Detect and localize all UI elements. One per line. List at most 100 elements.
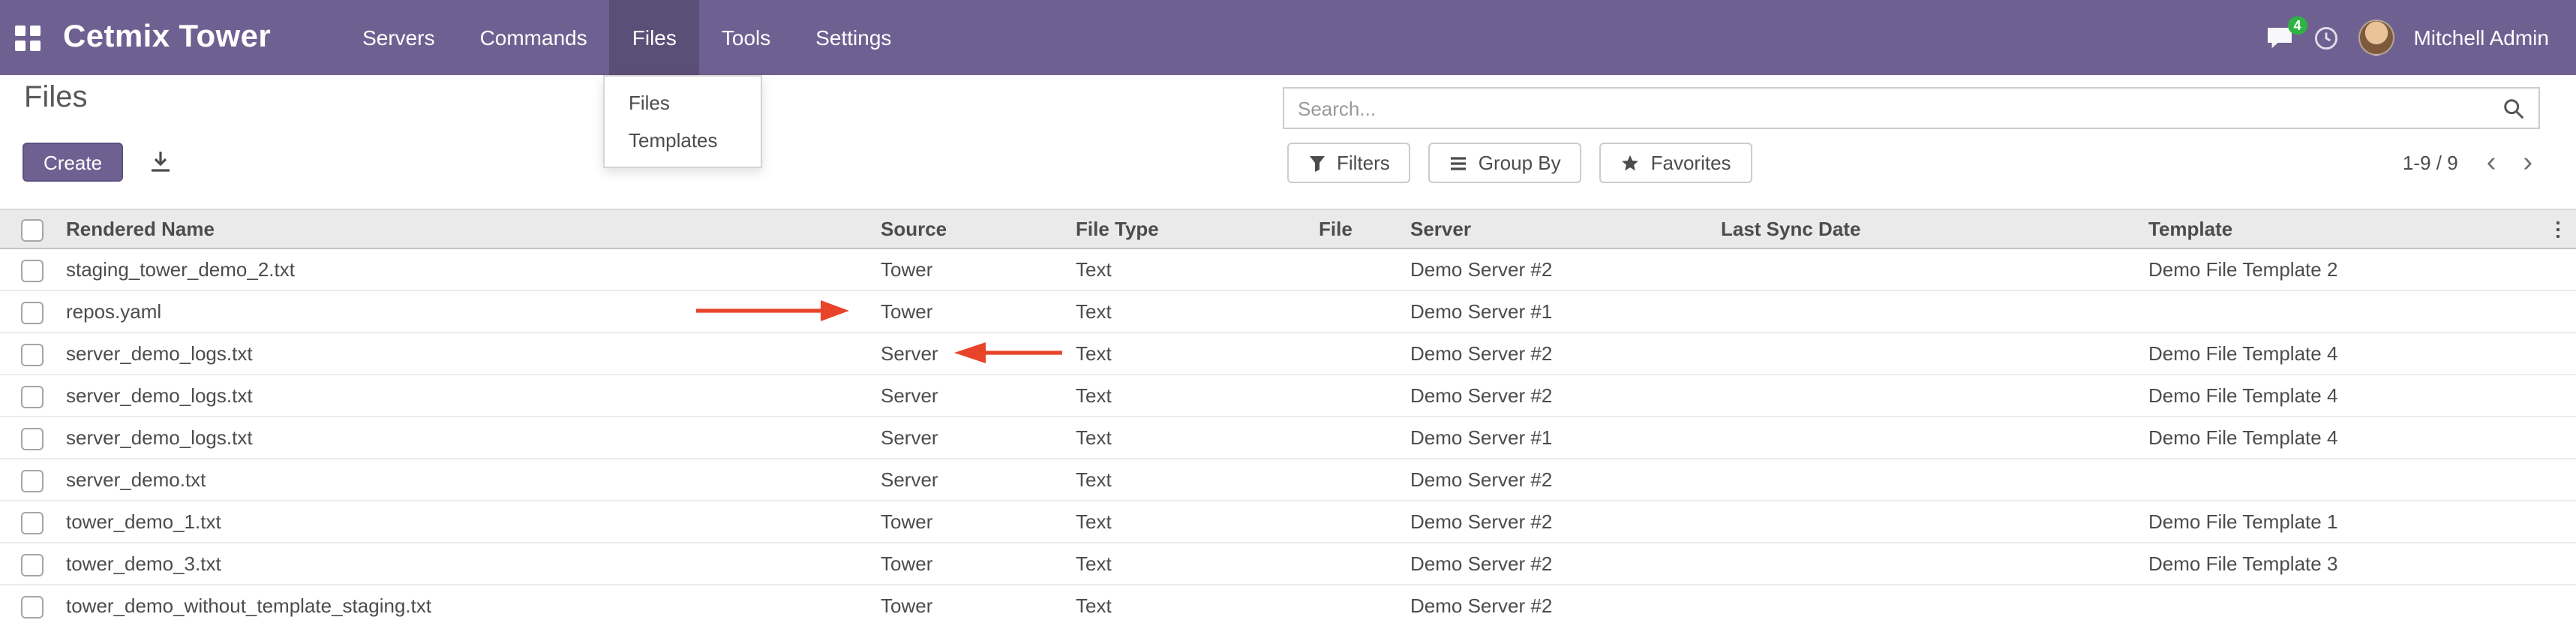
table-row[interactable]: server_demo.txt Server Text Demo Server …	[0, 459, 2576, 501]
activity-clock-button[interactable]	[2313, 25, 2338, 50]
main-menu: Servers Commands Files Tools Settings	[340, 0, 914, 75]
cell-options	[2540, 543, 2576, 585]
column-header[interactable]: Last Sync Date	[1715, 209, 2142, 248]
table-row[interactable]: server_demo_logs.txt Server Text Demo Se…	[0, 375, 2576, 417]
cell-server: Demo Server #2	[1404, 585, 1715, 626]
search-box	[1283, 87, 2540, 129]
optional-columns-toggle[interactable]: ⋮	[2540, 209, 2576, 248]
checkbox-cell	[0, 333, 60, 375]
column-header[interactable]: Template	[2142, 209, 2540, 248]
user-name[interactable]: Mitchell Admin	[2413, 26, 2549, 50]
table-row[interactable]: staging_tower_demo_2.txt Tower Text Demo…	[0, 248, 2576, 290]
menu-item[interactable]: Commands	[458, 0, 610, 75]
cell-template	[2142, 290, 2540, 333]
favorites-label: Favorites	[1651, 152, 1731, 174]
checkbox-cell	[0, 459, 60, 501]
cell-file-type: Text	[1070, 248, 1313, 290]
dropdown-item-label: Templates	[629, 129, 718, 152]
cell-template: Demo File Template 4	[2142, 417, 2540, 459]
export-button[interactable]	[146, 147, 176, 177]
cell-source: Tower	[875, 585, 1070, 626]
create-button[interactable]: Create	[23, 143, 123, 182]
menu-item[interactable]: Settings	[793, 0, 914, 75]
cell-last-sync-date	[1715, 333, 2142, 375]
table-header: Rendered Name Source File Type File Serv…	[0, 209, 2576, 248]
table-row[interactable]: server_demo_logs.txt Server Text Demo Se…	[0, 417, 2576, 459]
filters-label: Filters	[1337, 152, 1390, 174]
cell-template: Demo File Template 2	[2142, 248, 2540, 290]
cell-source: Tower	[875, 290, 1070, 333]
table-row[interactable]: tower_demo_1.txt Tower Text Demo Server …	[0, 501, 2576, 543]
cell-file-type: Text	[1070, 501, 1313, 543]
column-header[interactable]: Server	[1404, 209, 1715, 248]
menu-item[interactable]: Tools	[699, 0, 793, 75]
menu-item[interactable]: Files	[610, 0, 699, 75]
app-title: Cetmix Tower	[63, 20, 271, 56]
cell-server: Demo Server #1	[1404, 290, 1715, 333]
row-checkbox[interactable]	[21, 511, 44, 534]
cell-file-type: Text	[1070, 459, 1313, 501]
table-row[interactable]: repos.yaml Tower Text Demo Server #1	[0, 290, 2576, 333]
cell-source: Tower	[875, 543, 1070, 585]
column-header[interactable]: File	[1313, 209, 1404, 248]
cell-last-sync-date	[1715, 375, 2142, 417]
column-header[interactable]: Source	[875, 209, 1070, 248]
table-row[interactable]: tower_demo_3.txt Tower Text Demo Server …	[0, 543, 2576, 585]
search-input[interactable]	[1284, 97, 2489, 119]
cell-server: Demo Server #2	[1404, 333, 1715, 375]
row-checkbox[interactable]	[21, 553, 44, 576]
search-options: Filters Group By Favorites	[1287, 143, 1752, 183]
select-all-checkbox[interactable]	[21, 218, 44, 241]
cell-template	[2142, 459, 2540, 501]
cell-server: Demo Server #1	[1404, 417, 1715, 459]
group-by-label: Group By	[1479, 152, 1561, 174]
messages-button[interactable]: 4	[2265, 25, 2293, 50]
row-checkbox[interactable]	[21, 469, 44, 492]
search-icon[interactable]	[2489, 97, 2538, 119]
row-checkbox[interactable]	[21, 343, 44, 366]
menu-item-label: Settings	[815, 26, 891, 50]
cell-last-sync-date	[1715, 459, 2142, 501]
cell-source: Server	[875, 417, 1070, 459]
cell-source: Server	[875, 333, 1070, 375]
files-dropdown-menu: Files Templates	[603, 75, 762, 168]
page-title: Files	[24, 81, 87, 116]
row-checkbox[interactable]	[21, 301, 44, 324]
dropdown-item[interactable]: Files	[605, 84, 761, 122]
pager-next-button[interactable]: ›	[2512, 149, 2543, 177]
filters-button[interactable]: Filters	[1287, 143, 1411, 183]
dropdown-item[interactable]: Templates	[605, 122, 761, 159]
cell-server: Demo Server #2	[1404, 501, 1715, 543]
cell-file-type: Text	[1070, 375, 1313, 417]
cell-file	[1313, 585, 1404, 626]
cell-options	[2540, 290, 2576, 333]
menu-item[interactable]: Servers	[340, 0, 457, 75]
row-checkbox[interactable]	[21, 427, 44, 450]
row-checkbox[interactable]	[21, 259, 44, 281]
column-header[interactable]: Rendered Name	[60, 209, 875, 248]
favorites-button[interactable]: Favorites	[1600, 143, 1752, 183]
cell-options	[2540, 375, 2576, 417]
menu-item-label: Files	[632, 26, 677, 50]
cell-options	[2540, 459, 2576, 501]
row-checkbox[interactable]	[21, 385, 44, 408]
cell-options	[2540, 333, 2576, 375]
apps-menu-button[interactable]	[0, 0, 54, 75]
cell-file	[1313, 459, 1404, 501]
checkbox-cell	[0, 585, 60, 626]
cell-source: Tower	[875, 501, 1070, 543]
checkbox-cell	[0, 543, 60, 585]
row-checkbox[interactable]	[21, 595, 44, 618]
clock-icon	[2313, 25, 2338, 50]
checkbox-cell	[0, 501, 60, 543]
cell-rendered-name: tower_demo_3.txt	[60, 543, 875, 585]
table-row[interactable]: server_demo_logs.txt Server Text Demo Se…	[0, 333, 2576, 375]
table-row[interactable]: tower_demo_without_template_staging.txt …	[0, 585, 2576, 626]
column-header[interactable]: File Type	[1070, 209, 1313, 248]
pager-previous-button[interactable]: ‹	[2476, 149, 2507, 177]
group-by-button[interactable]: Group By	[1429, 143, 1582, 183]
checkbox-cell	[0, 417, 60, 459]
avatar[interactable]	[2358, 20, 2394, 56]
cell-rendered-name: server_demo_logs.txt	[60, 333, 875, 375]
cell-options	[2540, 417, 2576, 459]
